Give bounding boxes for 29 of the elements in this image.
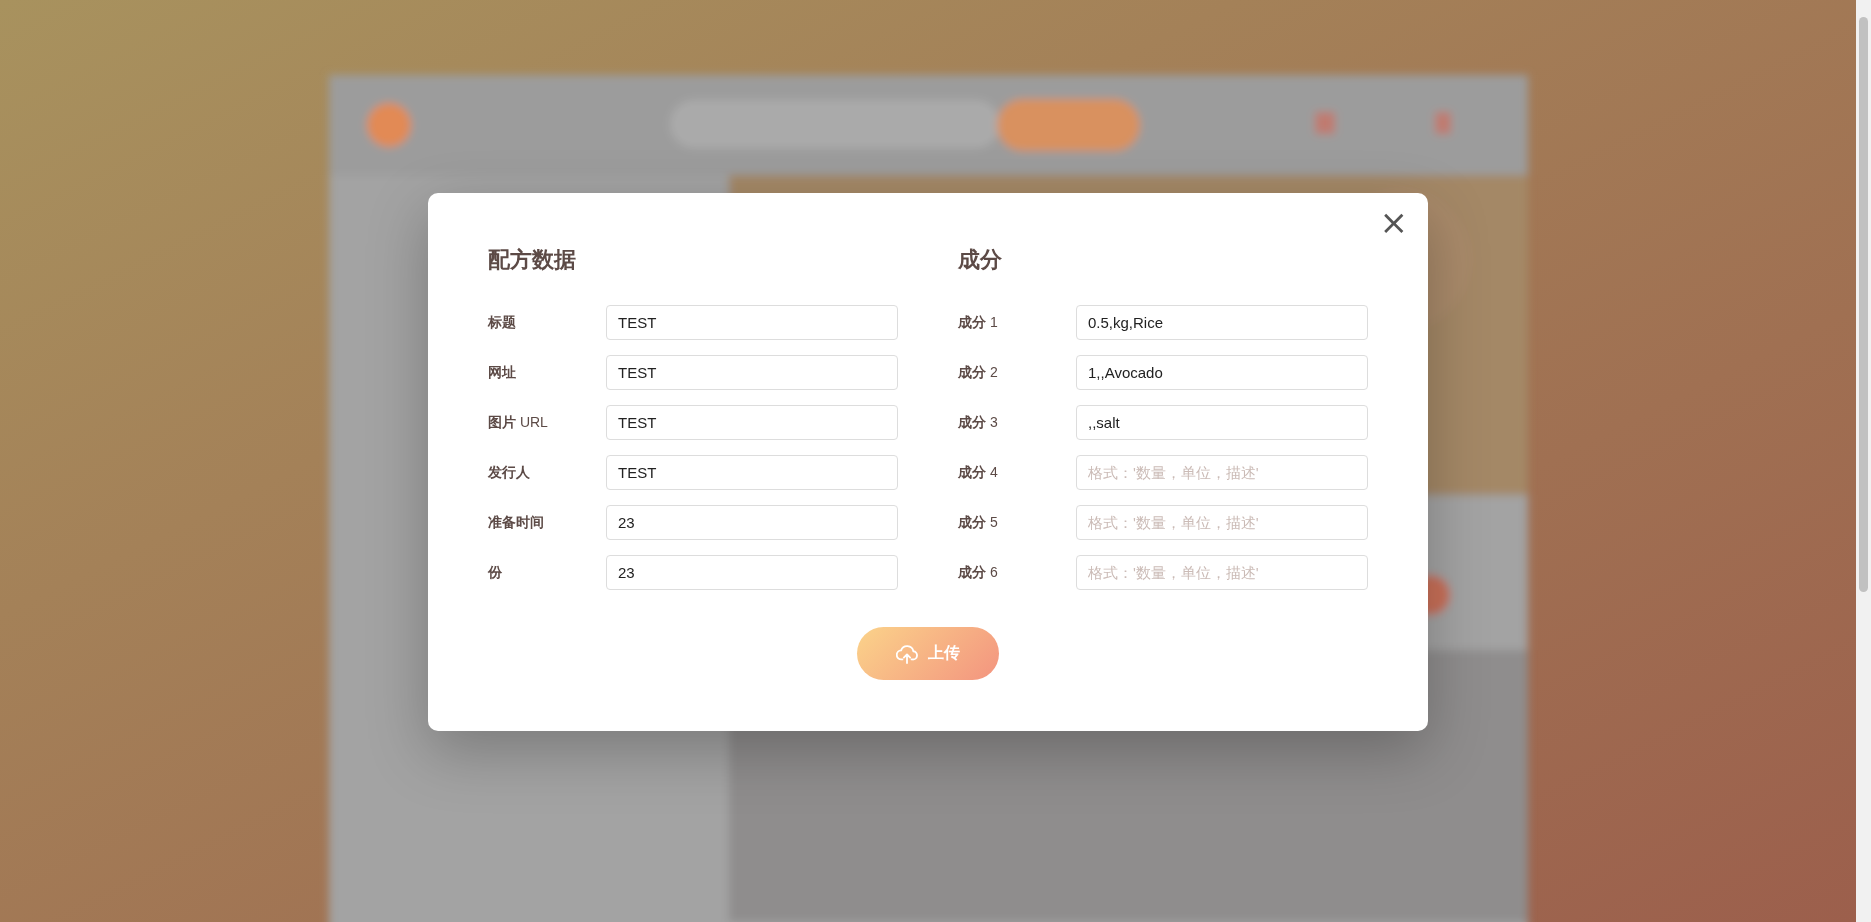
field-label: 发行人 xyxy=(488,463,531,482)
input-field[interactable]: 23 xyxy=(606,505,898,540)
field-label: 成分 6 xyxy=(958,563,999,582)
input-field[interactable]: ,,salt xyxy=(1076,405,1368,440)
field-label: 标题 xyxy=(488,313,517,332)
input-field[interactable]: TEST xyxy=(606,455,898,490)
field-label: 成分 2 xyxy=(958,363,999,382)
field-label: 成分 4 xyxy=(958,463,999,482)
field-label: 成分 3 xyxy=(958,413,999,432)
cloud-upload-icon xyxy=(896,643,918,664)
input-field[interactable]: 格式：'数量，单位，描述' xyxy=(1076,505,1368,540)
scrollbar[interactable] xyxy=(1856,0,1871,922)
input-field[interactable]: 0.5,kg,Rice xyxy=(1076,305,1368,340)
field-label: 份 xyxy=(488,563,503,582)
input-field[interactable]: 1,,Avocado xyxy=(1076,355,1368,390)
input-field[interactable]: 格式：'数量，单位，描述' xyxy=(1076,455,1368,490)
field-label: 网址 xyxy=(488,363,517,382)
input-field[interactable]: TEST xyxy=(606,405,898,440)
field-label: 图片 URL xyxy=(488,413,549,432)
input-field[interactable]: 格式：'数量，单位，描述' xyxy=(1076,555,1368,590)
field-label: 准备时间 xyxy=(488,513,545,532)
field-label: 成分 5 xyxy=(958,513,999,532)
input-field[interactable]: 23 xyxy=(606,555,898,590)
close-button[interactable]: × xyxy=(1371,201,1416,243)
field-label: 成分 1 xyxy=(958,313,999,332)
input-field[interactable]: TEST xyxy=(606,355,898,390)
section-title: 成分 xyxy=(958,246,1003,274)
section-title: 配方数据 xyxy=(488,246,577,274)
input-field[interactable]: TEST xyxy=(606,305,898,340)
